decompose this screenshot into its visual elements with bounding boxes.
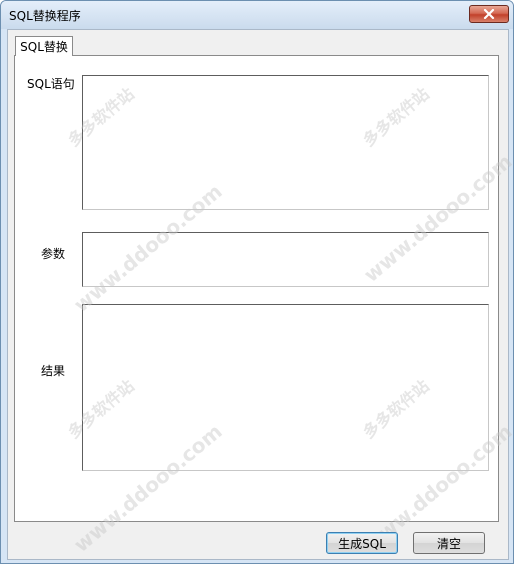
result-output[interactable] (82, 304, 489, 471)
generate-sql-button[interactable]: 生成SQL (326, 532, 398, 554)
parameters-label: 参数 (41, 247, 66, 261)
dialog-client-area: SQL替换 SQL语句 参数 结果 www.ddooo.com www.ddoo… (7, 29, 513, 560)
clear-button[interactable]: 清空 (413, 532, 485, 554)
app-window: SQL替换程序 SQL替换 SQL语句 参数 结果 www.ddooo.com … (0, 0, 514, 564)
sql-statement-input[interactable] (82, 75, 489, 210)
tab-label: SQL替换 (20, 40, 68, 54)
parameters-input[interactable] (82, 232, 489, 287)
close-button[interactable] (469, 5, 509, 23)
close-icon (483, 9, 495, 19)
tab-sql-replace[interactable]: SQL替换 (15, 36, 73, 56)
title-bar: SQL替换程序 (1, 1, 513, 29)
sql-statement-label: SQL语句 (27, 77, 75, 91)
result-label: 结果 (41, 364, 66, 378)
tab-panel: SQL语句 参数 结果 www.ddooo.com www.ddooo.com … (14, 55, 513, 557)
window-title: SQL替换程序 (9, 9, 81, 23)
